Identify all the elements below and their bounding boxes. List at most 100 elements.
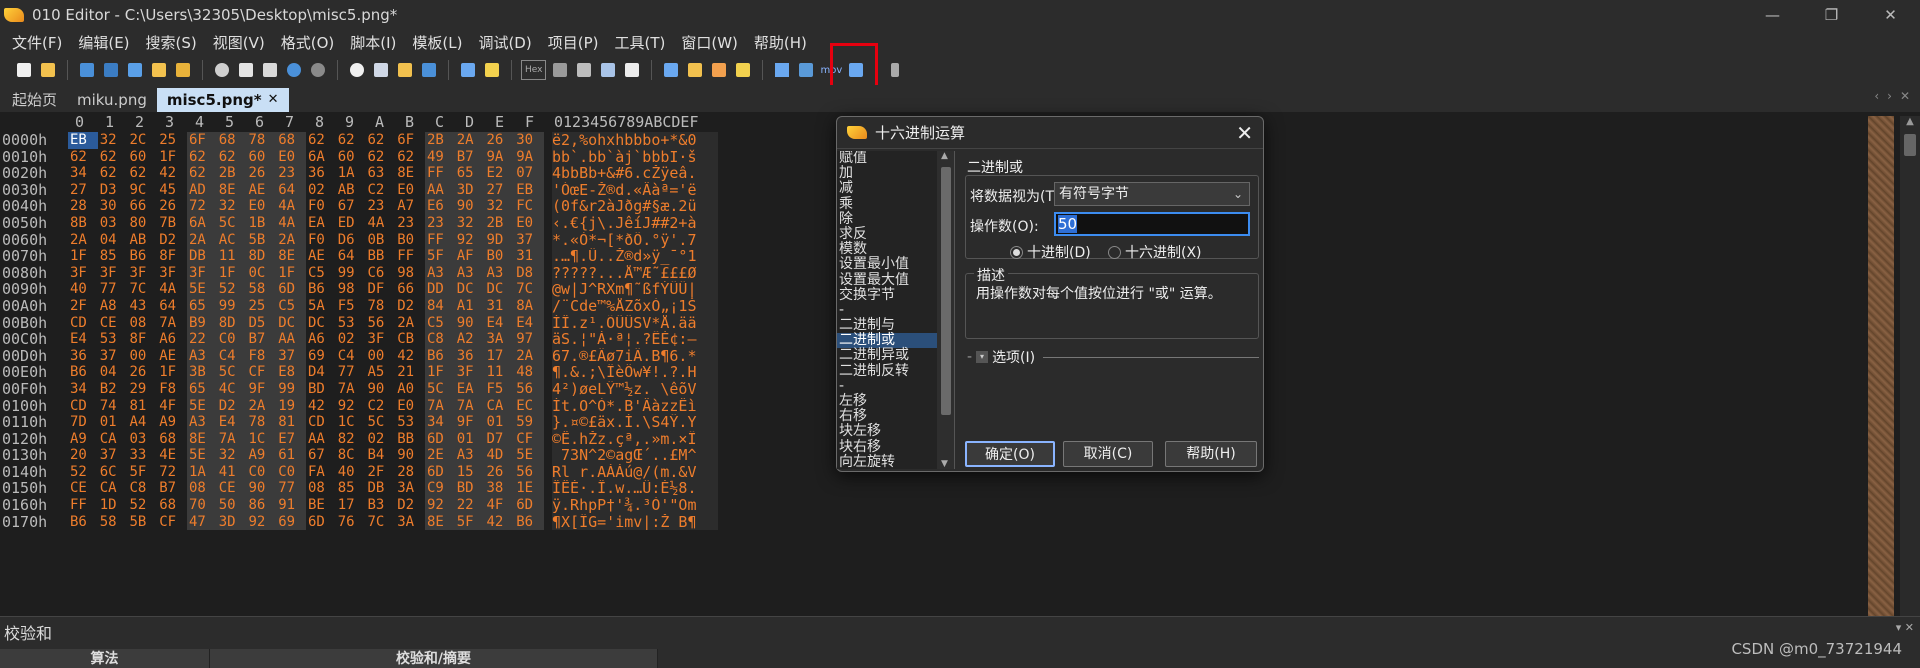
hex-byte[interactable]: AB: [336, 182, 366, 199]
operation-list[interactable]: 赋值加减乘除求反 模数 设置最小值 设置最大值 交换字节 - 二进制与 二进制或 二进制异或 二进…: [837, 151, 955, 469]
hex-byte[interactable]: 69: [276, 513, 306, 531]
hex-byte[interactable]: 20: [68, 447, 98, 464]
dialog-close-icon[interactable]: ✕: [1236, 121, 1253, 145]
hex-byte[interactable]: 9A: [514, 148, 544, 166]
hex-row[interactable]: 34 62 62 42 62 2B 26 23 36 1A 63 8E FF 65 E2 07: [68, 165, 544, 182]
ascii-row[interactable]: }.¤©£äx.Í.\S4Ÿ.Y: [552, 414, 718, 431]
hex-byte[interactable]: 65: [187, 297, 217, 315]
hex-byte[interactable]: 17: [484, 347, 515, 365]
hex-byte[interactable]: 68: [276, 132, 306, 149]
hex-byte[interactable]: E0: [395, 398, 425, 415]
hex-byte[interactable]: 52: [128, 497, 158, 514]
hex-byte[interactable]: 5F: [425, 248, 455, 265]
hex-byte[interactable]: 8B: [68, 215, 98, 232]
scroll-up-icon[interactable]: ▲: [1900, 116, 1920, 132]
hex-byte[interactable]: C4: [336, 348, 366, 365]
hex-byte[interactable]: 78: [246, 132, 277, 149]
hex-byte[interactable]: 9C: [128, 182, 158, 199]
hex-byte[interactable]: A4: [128, 414, 158, 431]
hex-byte[interactable]: AA: [425, 181, 455, 199]
hex-byte[interactable]: FF: [425, 231, 455, 249]
hex-byte[interactable]: 02: [336, 331, 366, 348]
hex-byte[interactable]: 92: [454, 231, 485, 249]
hex-byte[interactable]: 26: [128, 364, 158, 381]
hex-byte[interactable]: 07: [514, 165, 544, 182]
hex-byte[interactable]: 2C: [128, 132, 158, 149]
hex-byte[interactable]: 98: [395, 265, 425, 282]
hex-byte[interactable]: AB: [128, 232, 158, 249]
hex-byte[interactable]: E6: [425, 198, 455, 215]
hex-byte[interactable]: 00: [128, 348, 158, 365]
hex-byte[interactable]: 2F: [366, 464, 396, 481]
hex-byte[interactable]: 8E: [216, 181, 247, 199]
hex-byte[interactable]: 80: [128, 215, 158, 232]
hex-byte[interactable]: 42: [306, 398, 336, 415]
hex-byte[interactable]: 2A: [454, 132, 485, 149]
ascii-row[interactable]: ©Ê.hŽz.çª‚.»m.×Ï: [552, 430, 718, 448]
hex-byte[interactable]: 34: [68, 165, 98, 182]
hex-byte[interactable]: 60: [336, 149, 366, 166]
bookmark-list-icon[interactable]: [482, 60, 502, 80]
hex-byte[interactable]: 52: [216, 281, 247, 298]
options-expand-icon[interactable]: ▾: [976, 351, 989, 363]
hex-byte[interactable]: 37: [514, 231, 544, 249]
ascii-row[interactable]: *.«Ò*¬[*ðÖ.°ÿ'.7: [552, 231, 718, 249]
list-scroll-thumb[interactable]: [941, 167, 951, 415]
list-scroll-up-icon[interactable]: ▲: [941, 151, 948, 161]
hex-row[interactable]: EB 32 2C 25 6F 68 78 68 62 62 62 6F 2B 2A 26 30: [68, 132, 544, 149]
hex-byte[interactable]: DF: [366, 281, 396, 298]
hex-byte[interactable]: 31: [514, 248, 544, 265]
hex-byte[interactable]: 01: [454, 430, 485, 448]
hex-byte[interactable]: C0: [216, 331, 247, 348]
hex-byte[interactable]: 3F: [68, 265, 98, 282]
hex-byte[interactable]: 7A: [425, 397, 455, 415]
hex-byte[interactable]: 08: [128, 315, 158, 332]
hex-byte[interactable]: 81: [128, 398, 158, 415]
menu-edit[interactable]: 编辑(E): [70, 32, 137, 53]
hex-byte[interactable]: 1F: [157, 149, 187, 166]
hex-byte[interactable]: 23: [276, 165, 306, 182]
hex-byte[interactable]: 43: [128, 298, 158, 315]
minimize-button[interactable]: —: [1743, 0, 1802, 29]
hex-byte[interactable]: 5B: [246, 231, 277, 249]
hex-byte[interactable]: 08: [306, 480, 336, 497]
hex-byte[interactable]: 4D: [484, 447, 515, 464]
hex-byte[interactable]: AE: [157, 348, 187, 365]
hex-byte[interactable]: 60: [128, 149, 158, 166]
hex-byte[interactable]: 53: [98, 331, 128, 348]
hex-byte[interactable]: AA: [276, 331, 306, 348]
ascii-row[interactable]: ÎÊÈ·.Î.w.…Û:É½8.: [552, 480, 718, 498]
cut-icon[interactable]: [212, 60, 232, 80]
tab-scroll-right-icon[interactable]: ›: [1887, 89, 1892, 103]
bookmark-icon[interactable]: [458, 60, 478, 80]
hex-byte[interactable]: 36: [306, 165, 336, 182]
hex-byte[interactable]: 11: [216, 248, 247, 265]
hex-byte[interactable]: 8F: [157, 248, 187, 265]
hex-byte[interactable]: C5: [276, 297, 306, 315]
hex-byte[interactable]: 65: [454, 165, 485, 182]
hex-byte[interactable]: 9D: [484, 231, 515, 249]
convert-icon[interactable]: [709, 60, 729, 80]
hex-byte[interactable]: C0: [246, 463, 277, 481]
hex-byte[interactable]: 4E: [157, 447, 187, 464]
hex-byte[interactable]: 08: [187, 480, 217, 498]
hex-byte[interactable]: 23: [425, 214, 455, 232]
hex-byte[interactable]: 7C: [128, 281, 158, 298]
menu-project[interactable]: 项目(P): [540, 32, 607, 53]
hex-byte[interactable]: 3A: [484, 331, 515, 348]
hex-byte[interactable]: 02: [306, 182, 336, 199]
hex-byte[interactable]: 22: [187, 331, 217, 348]
hex-byte[interactable]: 5C: [425, 380, 455, 398]
hex-byte[interactable]: D6: [336, 232, 366, 249]
hex-byte[interactable]: 62: [98, 165, 128, 182]
hex-byte[interactable]: F5: [336, 298, 366, 315]
hex-byte[interactable]: 59: [514, 414, 544, 431]
menu-help[interactable]: 帮助(H): [746, 32, 815, 53]
hex-byte[interactable]: 2A: [68, 232, 98, 249]
hex-byte[interactable]: 5E: [187, 281, 217, 298]
hex-row[interactable]: 36 37 00 AE A3 C4 F8 37 69 C4 00 42 B6 36 17 2A: [68, 347, 544, 365]
hex-byte[interactable]: 5B: [128, 514, 158, 531]
hex-byte[interactable]: 68: [157, 497, 187, 514]
hex-byte[interactable]: 30: [98, 198, 128, 215]
calculator-icon[interactable]: [661, 60, 681, 80]
